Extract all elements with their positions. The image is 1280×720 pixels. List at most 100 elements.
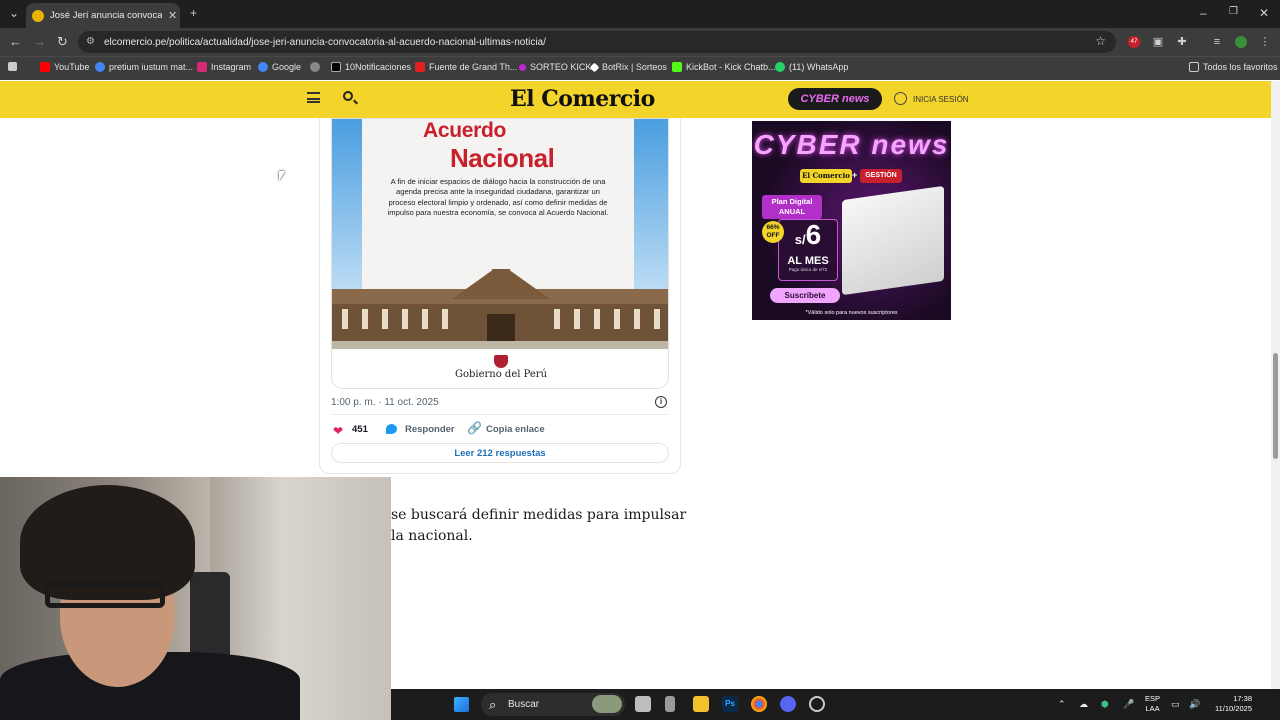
input-language[interactable]: ESP LAA: [1145, 694, 1160, 714]
apps-icon[interactable]: [8, 62, 17, 71]
search-icon[interactable]: [343, 91, 353, 101]
bookmark-pretium[interactable]: pretium iustum mat...: [95, 62, 193, 72]
extension-badge-icon[interactable]: 47: [1128, 36, 1140, 48]
bookmark-10notificaciones[interactable]: 10Notificaciones: [331, 62, 411, 72]
laptop-illustration: [842, 185, 944, 296]
link-icon[interactable]: 🔗: [467, 421, 482, 435]
image-footer-text: Gobierno del Perú: [454, 369, 548, 380]
reload-icon[interactable]: ↻: [57, 34, 68, 50]
bookmark-instagram[interactable]: Instagram: [197, 62, 251, 72]
back-icon[interactable]: ←: [9, 34, 22, 49]
site-info-icon[interactable]: ⚙: [86, 36, 95, 47]
tweet-image[interactable]: Acuerdo Nacional A fin de iniciar espaci…: [331, 118, 669, 389]
scroll-thumb[interactable]: [1273, 353, 1278, 459]
profile-avatar-icon[interactable]: [1235, 36, 1247, 48]
ad-brand-gestion: GESTIÓN: [860, 169, 902, 183]
bookmark-sorteo-kick[interactable]: SORTEO KICK: [519, 62, 591, 72]
cyber-news-ad[interactable]: CYBER news El Comercio + GESTIÓN Plan Di…: [752, 121, 951, 320]
bookmark-favicon-icon: [95, 62, 105, 72]
bookmark-favicon-icon: [310, 62, 320, 72]
bookmark-favicon-icon: [415, 62, 425, 72]
site-header: El Comercio CYBER news INICIA SESIÓN: [0, 81, 1271, 118]
mic-icon[interactable]: 🎤: [1123, 699, 1134, 710]
puzzle-icon[interactable]: ✚: [1176, 36, 1188, 48]
page-scrollbar[interactable]: [1271, 81, 1280, 689]
divider: [331, 414, 669, 415]
bookmarks-bar: YouTube pretium iustum mat... Instagram …: [0, 56, 1280, 80]
reply-bubble-icon[interactable]: [386, 424, 397, 434]
site-logo[interactable]: El Comercio: [510, 86, 655, 112]
task-view-icon[interactable]: [635, 696, 651, 712]
search-highlight-icon[interactable]: [592, 695, 622, 713]
folder-icon: [1189, 62, 1199, 72]
browser-tab[interactable]: José Jerí anuncia convocatoria al ✕: [26, 3, 180, 28]
subscribe-button[interactable]: Suscríbete: [770, 288, 840, 303]
cloud-icon[interactable]: ☁: [1079, 699, 1088, 710]
url-text: elcomercio.pe/politica/actualidad/jose-j…: [104, 36, 546, 48]
reply-button[interactable]: Responder: [405, 424, 455, 435]
bookmark-globe[interactable]: [310, 62, 320, 72]
bookmark-grand-theft[interactable]: Fuente de Grand Th...: [415, 62, 517, 72]
user-icon[interactable]: [894, 92, 907, 105]
bookmark-star-icon[interactable]: ☆: [1095, 34, 1106, 48]
file-explorer-icon[interactable]: [693, 696, 709, 712]
media-icon[interactable]: ≡: [1211, 36, 1223, 48]
info-icon[interactable]: i: [655, 396, 667, 408]
chrome-icon[interactable]: [751, 696, 767, 712]
all-bookmarks-folder[interactable]: Todos los favoritos: [1189, 62, 1278, 72]
bookmark-youtube[interactable]: YouTube: [40, 62, 89, 72]
steam-icon[interactable]: [809, 696, 825, 712]
bookmark-favicon-icon: [40, 62, 50, 72]
close-window-icon[interactable]: ✕: [1259, 6, 1269, 20]
image-title-line1: Acuerdo: [423, 119, 507, 142]
tab-bar: ⌄ José Jerí anuncia convocatoria al ✕ + …: [0, 0, 1280, 28]
extension-icon[interactable]: ▣: [1152, 36, 1164, 48]
close-tab-icon[interactable]: ✕: [168, 9, 177, 22]
hamburger-menu-icon[interactable]: [307, 92, 320, 103]
volume-icon[interactable]: 🔊: [1189, 699, 1200, 710]
app-icon[interactable]: [665, 696, 675, 712]
tray-chevron-icon[interactable]: ⌃: [1058, 699, 1066, 710]
like-count[interactable]: 451: [352, 424, 368, 435]
bookmark-kickbot[interactable]: KickBot - Kick Chatb...: [672, 62, 776, 72]
address-bar[interactable]: ⚙ elcomercio.pe/politica/actualidad/jose…: [78, 31, 1116, 53]
ad-headline: CYBER news: [753, 129, 950, 160]
bookmark-google[interactable]: Google: [258, 62, 301, 72]
bookmark-favicon-icon: [331, 62, 341, 72]
minimize-icon[interactable]: –: [1200, 6, 1207, 20]
bookmark-favicon-icon: [197, 62, 207, 72]
new-tab-icon[interactable]: +: [190, 6, 197, 20]
windows-taskbar: Buscar Ps ⌃ ☁ ⬢ 🎤 ESPLAA ▭ 🔊 17:3811/10/…: [391, 689, 1280, 720]
ad-price-box: s/6 AL MES Pago único de s/72: [778, 219, 838, 281]
image-body-text: A fin de iniciar espacios de diálogo hac…: [387, 177, 609, 218]
heart-icon[interactable]: ❤: [333, 424, 343, 438]
browser-toolbar: ← → ↻ ⚙ elcomercio.pe/politica/actualida…: [0, 28, 1280, 56]
menu-dots-icon[interactable]: ⋮: [1259, 36, 1271, 48]
bookmark-favicon-icon: [519, 63, 526, 71]
ad-brand-elcomercio: El Comercio: [800, 169, 852, 183]
photoshop-icon[interactable]: Ps: [722, 696, 738, 712]
mouse-cursor-icon: [279, 171, 285, 181]
copy-link-button[interactable]: Copia enlace: [486, 424, 545, 435]
tab-title: José Jerí anuncia convocatoria al: [50, 10, 162, 21]
forward-icon[interactable]: →: [33, 34, 46, 49]
restore-icon[interactable]: ❐: [1229, 6, 1238, 17]
tab-search-icon[interactable]: ⌄: [9, 6, 19, 20]
bookmark-favicon-icon: [775, 62, 785, 72]
clock[interactable]: 17:38 11/10/2025: [1209, 694, 1252, 714]
webcam-overlay: [0, 477, 391, 720]
ad-disclaimer: *Válido solo para nuevos suscriptores: [805, 310, 898, 316]
article-paragraph: se buscará definir medidas para impulsar…: [391, 507, 687, 544]
windows-start-icon[interactable]: [454, 697, 469, 712]
bookmark-whatsapp[interactable]: (11) WhatsApp: [775, 62, 848, 72]
cyber-news-badge[interactable]: CYBER news: [788, 88, 882, 110]
tweet-timestamp[interactable]: 1:00 p. m. · 11 oct. 2025: [331, 397, 439, 408]
ad-plus: +: [852, 170, 858, 180]
read-replies-button[interactable]: Leer 212 respuestas: [331, 443, 669, 463]
image-title-line2: Nacional: [450, 143, 555, 173]
bookmark-botrix[interactable]: BotRix | Sorteos: [589, 62, 667, 72]
network-icon[interactable]: ▭: [1171, 699, 1180, 710]
discord-icon[interactable]: [780, 696, 796, 712]
shield-tray-icon[interactable]: ⬢: [1101, 699, 1109, 710]
login-link[interactable]: INICIA SESIÓN: [913, 95, 969, 104]
